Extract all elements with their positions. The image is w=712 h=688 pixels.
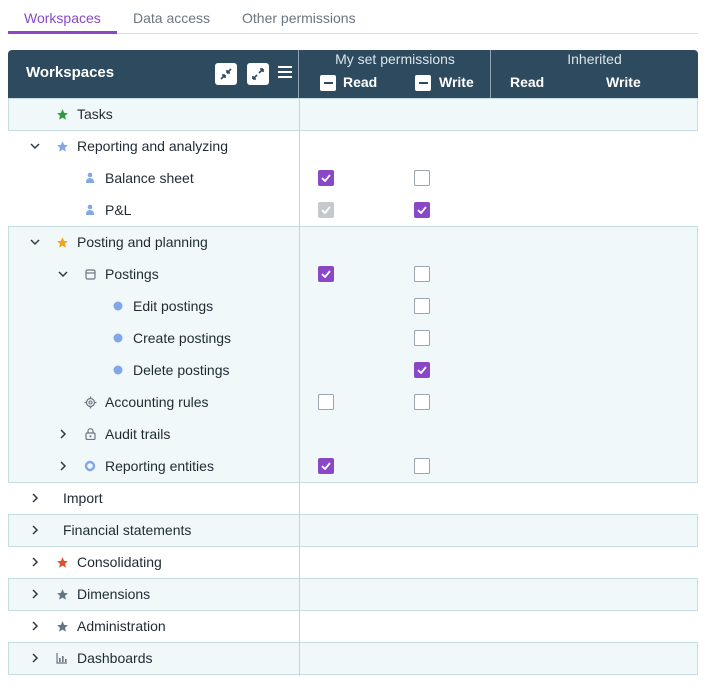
chevron-right-icon[interactable]	[28, 587, 42, 601]
row-label: Balance sheet	[105, 170, 194, 186]
write-column-header: Write	[439, 74, 474, 90]
chevron-right-icon[interactable]	[28, 619, 42, 633]
chevron-down-icon[interactable]	[28, 235, 42, 249]
write-checkbox[interactable]	[414, 458, 430, 474]
grid-header: Workspaces My set permissions Inherited …	[8, 50, 698, 98]
read-checkbox[interactable]	[318, 458, 334, 474]
row-label: Audit trails	[105, 426, 171, 442]
tree-row[interactable]: P&L	[8, 194, 698, 226]
my-set-permissions-header: My set permissions	[335, 51, 455, 67]
tree-row[interactable]: Accounting rules	[8, 386, 698, 418]
dot-icon	[110, 330, 126, 346]
chevron-right-icon[interactable]	[56, 459, 70, 473]
tree-row[interactable]: Reporting entities	[8, 450, 698, 482]
star-icon	[54, 618, 70, 634]
row-label: Dimensions	[77, 586, 151, 602]
user-icon	[82, 202, 98, 218]
tree-row[interactable]: Dashboards	[8, 642, 698, 674]
tree-row[interactable]: Tasks	[8, 98, 698, 130]
row-label: Import	[63, 490, 103, 506]
chevron-down-icon[interactable]	[56, 267, 70, 281]
tree-row[interactable]: Dimensions	[8, 578, 698, 610]
collapse-icon	[220, 68, 232, 80]
inherited-read-header: Read	[510, 74, 545, 90]
read-checkbox[interactable]	[318, 170, 334, 186]
chevron-right-icon[interactable]	[28, 651, 42, 665]
collapse-all-button[interactable]	[215, 63, 237, 85]
row-label: Posting and planning	[77, 234, 208, 250]
tab-bar: Workspaces Data access Other permissions	[8, 0, 698, 34]
star-icon	[54, 138, 70, 154]
tree-row[interactable]: Delete postings	[8, 354, 698, 386]
dot-icon	[110, 298, 126, 314]
tree-row[interactable]: Reporting and analyzing	[8, 130, 698, 162]
chart-icon	[54, 650, 70, 666]
write-checkbox[interactable]	[414, 266, 430, 282]
write-checkbox[interactable]	[414, 330, 430, 346]
star-icon	[54, 106, 70, 122]
chevron-down-icon[interactable]	[28, 139, 42, 153]
tree-row[interactable]: Posting and planning	[8, 226, 698, 258]
gear-icon	[82, 394, 98, 410]
expand-all-button[interactable]	[247, 63, 269, 85]
tree-row[interactable]: Import	[8, 482, 698, 514]
dot-icon	[110, 362, 126, 378]
write-checkbox[interactable]	[414, 394, 430, 410]
tab-data-access[interactable]: Data access	[133, 10, 210, 26]
tree-row[interactable]: Audit trails	[8, 418, 698, 450]
tree-row[interactable]: Balance sheet	[8, 162, 698, 194]
write-checkbox[interactable]	[414, 362, 430, 378]
tree-row[interactable]: Postings	[8, 258, 698, 290]
write-checkbox[interactable]	[414, 298, 430, 314]
row-label: Reporting entities	[105, 458, 214, 474]
row-label: Tasks	[77, 106, 113, 122]
write-checkbox[interactable]	[414, 170, 430, 186]
star-icon	[54, 586, 70, 602]
row-label: Consolidating	[77, 554, 162, 570]
tree-row[interactable]: Administration	[8, 610, 698, 642]
tree-row[interactable]: Edit postings	[8, 290, 698, 322]
star-icon	[54, 554, 70, 570]
inherited-header: Inherited	[567, 51, 622, 67]
tab-workspaces[interactable]: Workspaces	[24, 10, 101, 26]
lock-icon	[82, 426, 98, 442]
tree-row[interactable]: Create postings	[8, 322, 698, 354]
row-label: Reporting and analyzing	[77, 138, 228, 154]
read-all-checkbox[interactable]	[320, 75, 336, 91]
write-all-checkbox[interactable]	[415, 75, 431, 91]
menu-icon[interactable]	[278, 66, 292, 82]
ring-icon	[82, 458, 98, 474]
chevron-right-icon[interactable]	[28, 523, 42, 537]
write-checkbox[interactable]	[414, 202, 430, 218]
chevron-right-icon[interactable]	[56, 427, 70, 441]
row-label: Postings	[105, 266, 159, 282]
row-label: Administration	[77, 618, 166, 634]
tree-row[interactable]: Consolidating	[8, 546, 698, 578]
row-label: Delete postings	[133, 362, 230, 378]
chevron-right-icon[interactable]	[28, 491, 42, 505]
column-divider	[299, 98, 300, 676]
read-checkbox[interactable]	[318, 266, 334, 282]
inherited-write-header: Write	[606, 74, 641, 90]
read-checkbox[interactable]	[318, 394, 334, 410]
row-label: Edit postings	[133, 298, 214, 314]
row-label: Accounting rules	[105, 394, 209, 410]
row-label: Create postings	[133, 330, 232, 346]
star-icon	[54, 234, 70, 250]
row-label: Dashboards	[77, 650, 153, 666]
row-label: Financial statements	[63, 522, 192, 538]
user-icon	[82, 170, 98, 186]
tree-row[interactable]: Financial statements	[8, 514, 698, 546]
chevron-right-icon[interactable]	[28, 555, 42, 569]
read-column-header: Read	[343, 74, 378, 90]
active-tab-indicator	[8, 31, 117, 34]
expand-icon	[252, 68, 264, 80]
tab-other-permissions[interactable]: Other permissions	[242, 10, 356, 26]
grid-title: Workspaces	[26, 64, 115, 81]
folder-icon	[82, 266, 98, 282]
row-label: P&L	[105, 202, 132, 218]
header-divider	[298, 50, 299, 98]
read-checkbox	[318, 202, 334, 218]
